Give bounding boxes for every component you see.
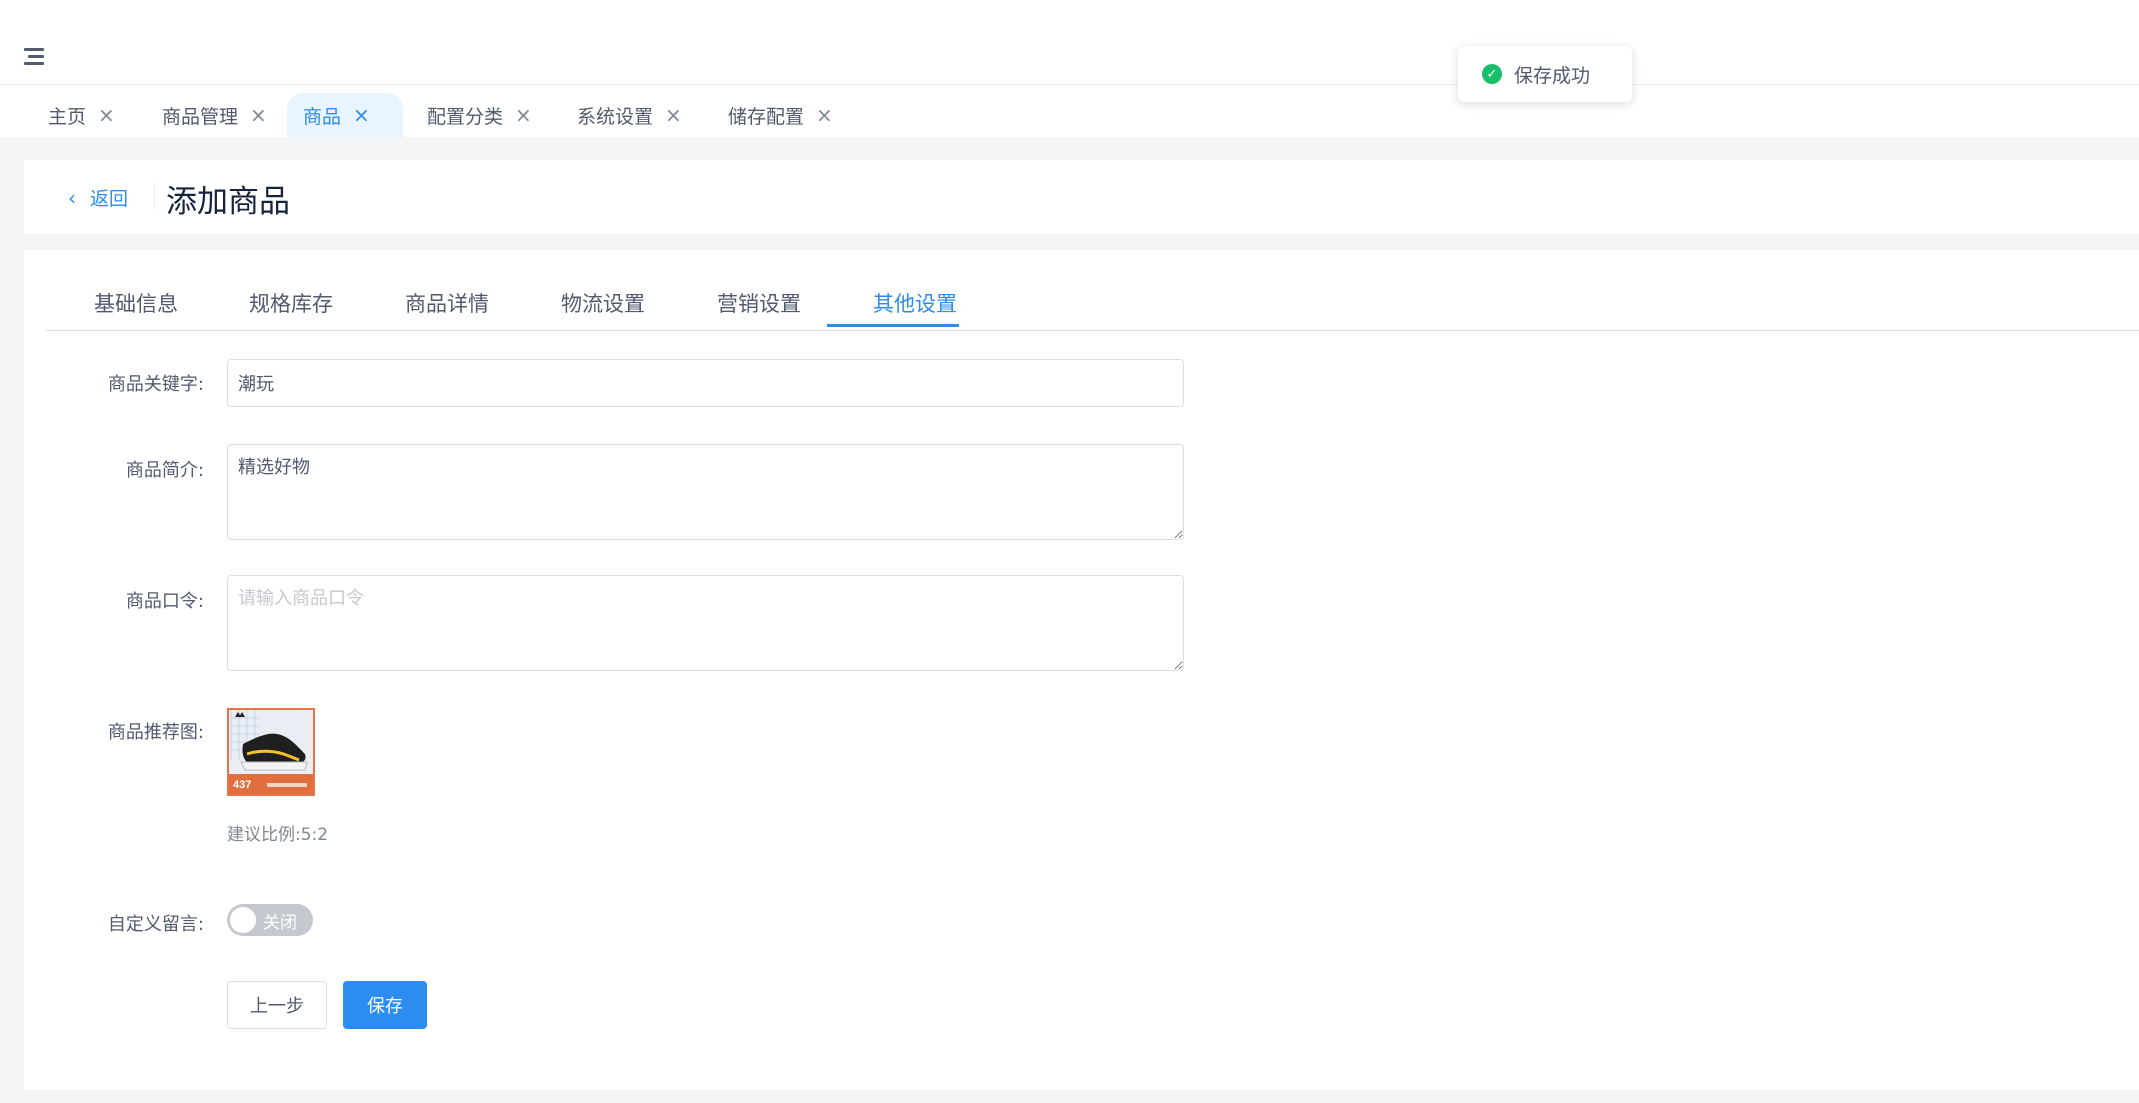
- tab-product-detail[interactable]: 商品详情: [405, 288, 489, 330]
- tab-category-config[interactable]: 配置分类 ×: [411, 93, 546, 137]
- menu-fold-icon[interactable]: [22, 46, 48, 68]
- top-header: [0, 10, 2139, 85]
- tab-label: 商品: [303, 105, 342, 128]
- divider: [154, 182, 155, 210]
- close-icon[interactable]: ×: [98, 105, 115, 125]
- image-label: 商品推荐图:: [107, 722, 204, 743]
- tab-product-management[interactable]: 商品管理 ×: [146, 93, 281, 137]
- shoe-image: 437: [229, 710, 313, 794]
- close-icon[interactable]: ×: [816, 105, 833, 125]
- keyword-label: 商品关键字:: [107, 374, 204, 395]
- tab-label: 商品管理: [162, 105, 239, 128]
- close-icon[interactable]: ×: [665, 105, 682, 125]
- chevron-left-icon: ‹: [68, 185, 76, 210]
- tab-home[interactable]: 主页 ×: [32, 93, 129, 137]
- message-label: 自定义留言:: [107, 914, 204, 935]
- keyword-input[interactable]: [227, 359, 1184, 407]
- tab-system-settings[interactable]: 系统设置 ×: [561, 93, 696, 137]
- tab-label: 配置分类: [427, 105, 504, 128]
- intro-textarea[interactable]: 精选好物: [227, 444, 1184, 540]
- form-card: 基础信息 规格库存 商品详情 物流设置 营销设置 其他设置 商品关键字: 商品简…: [24, 250, 2139, 1090]
- tab-spec-stock[interactable]: 规格库存: [249, 288, 333, 330]
- command-textarea[interactable]: [227, 575, 1184, 671]
- save-button[interactable]: 保存: [343, 981, 427, 1029]
- check-circle-icon: ✓: [1482, 64, 1502, 84]
- prev-step-button[interactable]: 上一步: [227, 981, 327, 1029]
- recommend-image[interactable]: 437: [227, 708, 315, 796]
- active-tab-indicator: [827, 324, 959, 327]
- tab-basic-info[interactable]: 基础信息: [94, 288, 178, 330]
- section-tabs: 基础信息 规格库存 商品详情 物流设置 营销设置 其他设置: [46, 278, 2139, 331]
- tab-storage-config[interactable]: 储存配置 ×: [712, 93, 847, 137]
- tab-label: 系统设置: [577, 105, 654, 128]
- tab-marketing[interactable]: 营销设置: [717, 288, 801, 330]
- close-icon[interactable]: ×: [353, 105, 370, 125]
- toast-text: 保存成功: [1514, 64, 1591, 87]
- price-tag: 437: [233, 779, 251, 791]
- success-toast: ✓ 保存成功: [1458, 46, 1632, 102]
- page-header: ‹ 返回 添加商品: [24, 160, 2139, 234]
- tab-logistics[interactable]: 物流设置: [561, 288, 645, 330]
- tab-bar: 主页 × 商品管理 × 商品 × 配置分类 × 系统设置 × 储存配置 ×: [0, 85, 2139, 137]
- tab-product[interactable]: 商品 ×: [287, 93, 403, 137]
- command-label: 商品口令:: [125, 591, 204, 612]
- close-icon[interactable]: ×: [250, 105, 267, 125]
- toggle-knob: [230, 907, 256, 933]
- page-title: 添加商品: [166, 184, 290, 220]
- tab-label: 主页: [48, 105, 87, 128]
- toggle-text: 关闭: [263, 913, 297, 933]
- message-toggle[interactable]: 关闭: [227, 904, 313, 936]
- intro-label: 商品简介:: [125, 460, 204, 481]
- tab-label: 储存配置: [728, 105, 805, 128]
- back-button[interactable]: ‹ 返回: [68, 184, 128, 211]
- close-icon[interactable]: ×: [515, 105, 532, 125]
- image-hint: 建议比例:5:2: [227, 825, 329, 845]
- back-label: 返回: [90, 188, 129, 210]
